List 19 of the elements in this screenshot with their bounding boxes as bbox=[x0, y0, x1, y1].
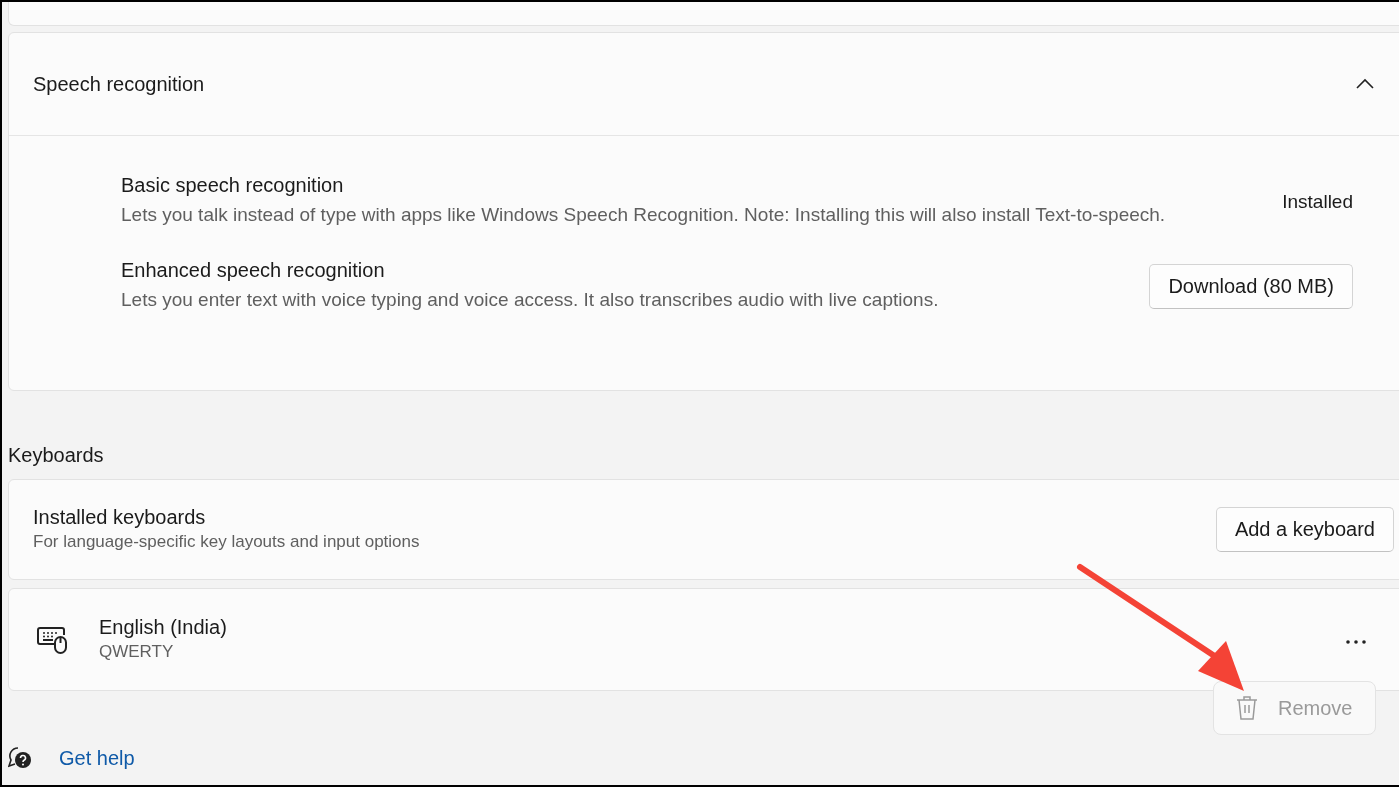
get-help-link[interactable]: Get help bbox=[59, 746, 135, 770]
trash-icon bbox=[1236, 695, 1258, 721]
feature-title: Basic speech recognition bbox=[121, 174, 345, 197]
download-button[interactable]: Download (80 MB) bbox=[1149, 264, 1353, 309]
chevron-icon bbox=[1356, 78, 1374, 90]
keyboard-icon bbox=[37, 625, 69, 654]
keyboard-layout: QWERTY bbox=[99, 641, 175, 663]
setting-description: For language-specific key layouts and input options bbox=[33, 531, 420, 553]
expander-header[interactable]: Speech recognition bbox=[9, 33, 1399, 136]
install-status: Installed bbox=[1282, 190, 1353, 213]
feature-description: Lets you enter text with voice typing and voice access. It also transcribes audio with live captions. bbox=[121, 288, 939, 312]
feature-description: Lets you talk instead of type with apps like Windows Speech Recognition. Note: Installing this will also install Text-to-speech. bbox=[121, 203, 1166, 227]
help-icon bbox=[8, 746, 34, 770]
add-keyboard-button[interactable]: Add a keyboard bbox=[1215, 507, 1394, 552]
feature-title: Enhanced speech recognition bbox=[121, 259, 386, 282]
section-title: Speech recognition bbox=[33, 72, 205, 96]
keyboard-name: English (India) bbox=[99, 616, 228, 639]
section-heading: Keyboards bbox=[8, 444, 105, 467]
setting-title: Installed keyboards bbox=[33, 506, 207, 529]
